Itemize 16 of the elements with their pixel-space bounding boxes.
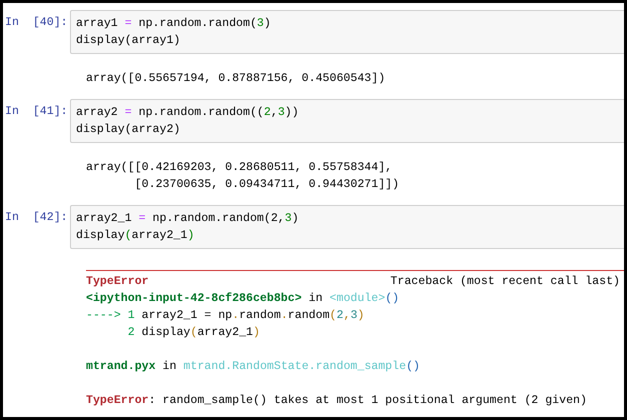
error-name: TypeError <box>86 274 149 290</box>
traceback-line: <ipython-input-42-8cf286ceb8bc> in <module>() <box>86 291 400 307</box>
output-line: array([[0.42169203, 0.28680511, 0.55758344], <box>86 160 394 176</box>
cell-prompt: In [41]: <box>4 104 69 120</box>
code-input[interactable]: array2_1 = np.random.random(2,3) display(array2_1) <box>70 205 624 249</box>
traceback-label: Traceback (most recent call last) <box>390 274 620 290</box>
code-input[interactable]: array1 = np.random.random(3) display(array1) <box>70 10 624 54</box>
output-line: [0.23700635, 0.09434711, 0.94430271]]) <box>134 177 400 193</box>
cell-prompt: In [40]: <box>4 15 69 31</box>
cell-prompt: In [42]: <box>4 210 69 226</box>
output-line: array([0.55657194, 0.87887156, 0.45060543]) <box>86 71 386 87</box>
code-input[interactable]: array2 = np.random.random((2,3)) display(array2) <box>70 99 624 143</box>
traceback-line: ----> 1 array2_1 = np.random.random(2,3) <box>86 308 366 324</box>
traceback-line: TypeError: random_sample() takes at most 1 positional argument (2 given) <box>86 393 588 409</box>
traceback-line: mtrand.pyx in mtrand.RandomState.random_sample() <box>86 359 421 375</box>
traceback-line: 2 display(array2_1) <box>126 325 261 341</box>
